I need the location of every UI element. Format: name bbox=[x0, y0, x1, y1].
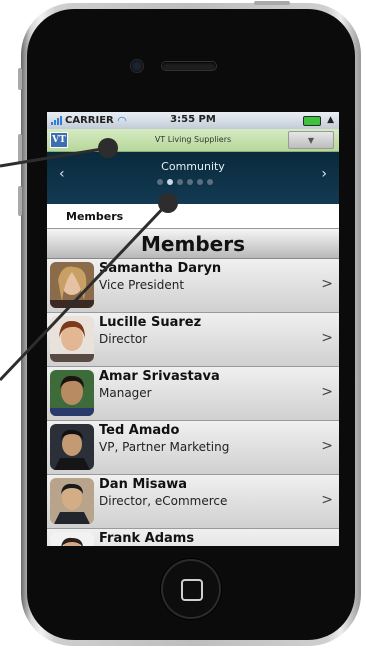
callout-lines bbox=[0, 138, 178, 382]
callout-line-navigator bbox=[0, 201, 170, 382]
callout-line-app-bar bbox=[0, 146, 109, 168]
callout-dot-app-bar bbox=[98, 138, 118, 158]
callout-dot-navigator bbox=[158, 193, 178, 213]
